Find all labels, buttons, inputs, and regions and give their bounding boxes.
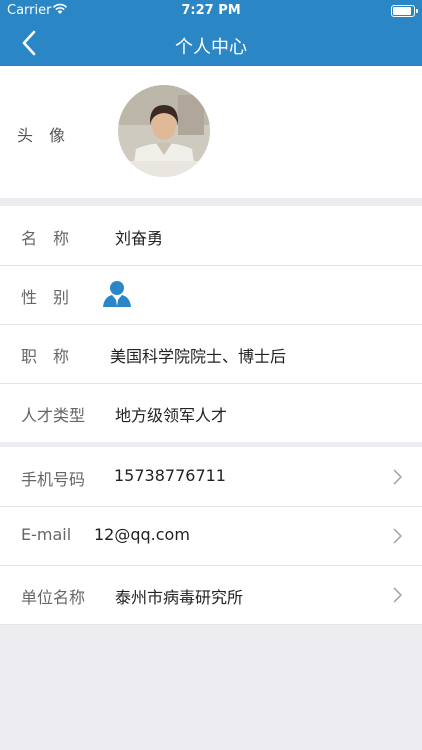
nav-bar: Carrier 7:27 PM 个人中心 xyxy=(0,0,422,66)
title-value: 美国科学院院士、博士后 xyxy=(110,347,287,366)
chevron-right-icon xyxy=(393,587,402,603)
avatar[interactable] xyxy=(118,85,210,177)
contact-section: 手机号码 15738776711 E-mail 12@qq.com 单位名称 泰… xyxy=(0,447,422,625)
male-person-icon xyxy=(103,281,131,307)
title-row: 职 称 美国科学院院士、博士后 xyxy=(0,324,422,384)
info-section: 名 称 刘奋勇 性 别 职 称 美国科学院院士、博士后 人才类型 地方级领军人才 xyxy=(0,206,422,442)
gender-label: 性 别 xyxy=(21,288,70,307)
email-label: E-mail xyxy=(21,525,72,544)
email-row[interactable]: E-mail 12@qq.com xyxy=(0,506,422,566)
avatar-label: 头 像 xyxy=(17,126,66,145)
email-value: 12@qq.com xyxy=(94,525,190,544)
org-label: 单位名称 xyxy=(21,588,86,607)
status-time: 7:27 PM xyxy=(181,3,241,18)
talent-value: 地方级领军人才 xyxy=(115,406,228,425)
name-value: 刘奋勇 xyxy=(115,229,164,248)
avatar-photo xyxy=(118,85,210,177)
org-value: 泰州市病毒研究所 xyxy=(115,588,244,607)
avatar-section[interactable]: 头 像 xyxy=(0,66,422,198)
chevron-right-icon xyxy=(393,469,402,485)
name-label: 名 称 xyxy=(21,229,70,248)
chevron-right-icon xyxy=(393,528,402,544)
talent-label: 人才类型 xyxy=(21,406,86,425)
gender-row: 性 别 xyxy=(0,265,422,325)
phone-value: 15738776711 xyxy=(114,466,226,485)
title-label: 职 称 xyxy=(21,347,70,366)
phone-row[interactable]: 手机号码 15738776711 xyxy=(0,447,422,507)
status-bar: Carrier 7:27 PM xyxy=(0,0,422,22)
talent-row: 人才类型 地方级领军人才 xyxy=(0,383,422,442)
name-row: 名 称 刘奋勇 xyxy=(0,206,422,266)
page-title: 个人中心 xyxy=(175,37,247,58)
org-row[interactable]: 单位名称 泰州市病毒研究所 xyxy=(0,565,422,625)
phone-label: 手机号码 xyxy=(21,470,86,489)
battery-icon xyxy=(391,5,418,17)
